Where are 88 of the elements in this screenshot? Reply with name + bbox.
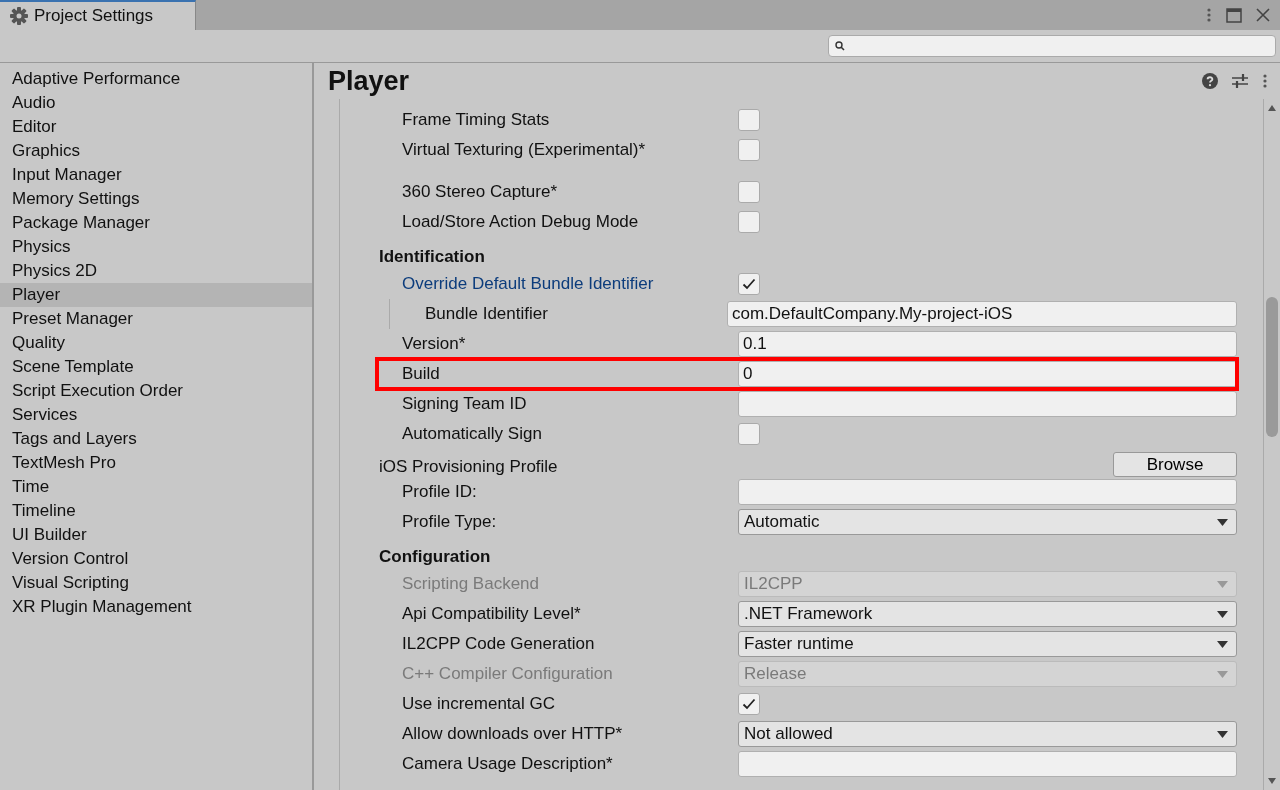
sidebar-item[interactable]: Physics 2D [0,259,312,283]
scroll-down-icon[interactable] [1268,778,1276,784]
close-icon[interactable] [1256,8,1270,22]
maximize-icon[interactable] [1226,7,1242,23]
dropdown[interactable]: Not allowed [738,721,1237,747]
gear-icon [10,7,28,25]
checkbox[interactable] [738,273,760,295]
sidebar-item[interactable]: Preset Manager [0,307,312,331]
sidebar-item[interactable]: Time [0,475,312,499]
field-label: Camera Usage Description* [401,754,614,774]
caret-icon [1217,580,1228,588]
sidebar-item[interactable]: Editor [0,115,312,139]
sidebar-item[interactable]: Version Control [0,547,312,571]
sidebar-item[interactable]: TextMesh Pro [0,451,312,475]
search-icon [835,41,845,51]
text-field[interactable] [738,751,1237,777]
sidebar-item[interactable]: Services [0,403,312,427]
sidebar-item[interactable]: Visual Scripting [0,571,312,595]
text-field[interactable] [738,391,1237,417]
caret-icon [1217,730,1228,738]
panel-title: Player [328,65,410,97]
search-field[interactable] [828,35,1276,57]
scroll-up-icon[interactable] [1268,105,1276,111]
text-field[interactable]: com.DefaultCompany.My-project-iOS [727,301,1237,327]
sidebar-item[interactable]: Input Manager [0,163,312,187]
sidebar-item[interactable]: Script Execution Order [0,379,312,403]
sidebar-item[interactable]: UI Builder [0,523,312,547]
checkbox[interactable] [738,211,760,233]
text-field[interactable]: 0.1 [738,331,1237,357]
sidebar-item[interactable]: Scene Template [0,355,312,379]
field-label: Frame Timing Stats [401,110,551,130]
field-label: Load/Store Action Debug Mode [401,212,640,232]
checkbox[interactable] [738,109,760,131]
caret-icon [1217,640,1228,648]
sidebar-item[interactable]: Graphics [0,139,312,163]
field-label: Bundle Identifier [424,304,549,324]
checkbox[interactable] [738,139,760,161]
field-label: Use incremental GC [401,694,557,714]
caret-icon [1217,670,1228,678]
sidebar-item[interactable]: Player [0,283,312,307]
sidebar-item[interactable]: Physics [0,235,312,259]
sidebar-item[interactable]: XR Plugin Management [0,595,312,619]
field-label: Automatically Sign [401,424,543,444]
checkbox[interactable] [738,693,760,715]
window-tab[interactable]: Project Settings [0,0,196,30]
more-icon[interactable] [1262,73,1268,89]
field-label: IL2CPP Code Generation [401,634,596,654]
scroll-thumb[interactable] [1266,297,1278,437]
checkbox[interactable] [738,181,760,203]
field-label: iOS Provisioning Profile [379,457,559,477]
more-icon[interactable] [1206,7,1212,23]
sidebar-item[interactable]: Adaptive Performance [0,67,312,91]
sidebar-item[interactable]: Package Manager [0,211,312,235]
field-label: Signing Team ID [401,394,528,414]
checkbox[interactable] [738,423,760,445]
sidebar-item[interactable]: Tags and Layers [0,427,312,451]
sidebar-item[interactable]: Timeline [0,499,312,523]
field-label: Virtual Texturing (Experimental)* [401,140,647,160]
section-heading: Configuration [379,546,492,568]
caret-icon [1217,518,1228,526]
field-label: Scripting Backend [401,574,541,594]
scrollbar[interactable] [1263,99,1280,790]
field-label: Allow downloads over HTTP* [401,724,624,744]
field-label: Api Compatibility Level* [401,604,582,624]
sliders-icon[interactable] [1232,73,1248,89]
section-heading: Identification [379,246,486,268]
checkmark-icon [742,698,756,710]
text-field[interactable] [738,479,1237,505]
field-label: Build [401,364,441,384]
field-label: 360 Stereo Capture* [401,182,558,202]
help-icon[interactable] [1202,73,1218,89]
field-label: Override Default Bundle Identifier [401,274,655,294]
field-label: Version* [401,334,467,354]
dropdown: IL2CPP [738,571,1237,597]
browse-button[interactable]: Browse [1113,452,1237,477]
caret-icon [1217,610,1228,618]
dropdown: Release [738,661,1237,687]
sidebar-item[interactable]: Memory Settings [0,187,312,211]
dropdown[interactable]: Automatic [738,509,1237,535]
dropdown[interactable]: Faster runtime [738,631,1237,657]
field-label: Profile ID: [401,482,478,502]
checkmark-icon [742,278,756,290]
field-label: C++ Compiler Configuration [401,664,614,684]
sidebar-item[interactable]: Audio [0,91,312,115]
field-label: Profile Type: [401,512,498,532]
text-field[interactable]: 0 [738,361,1237,387]
sidebar-item[interactable]: Quality [0,331,312,355]
dropdown[interactable]: .NET Framework [738,601,1237,627]
